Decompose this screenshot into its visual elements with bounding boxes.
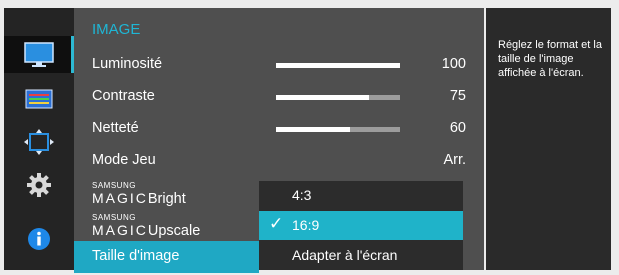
sharpness-slider[interactable] xyxy=(276,127,400,132)
category-color[interactable] xyxy=(4,80,74,117)
checkmark-icon: ✓ xyxy=(269,214,284,233)
menu-item-value: 100 xyxy=(441,56,466,72)
magic-suffix: Upscale xyxy=(147,223,201,239)
magic-bright-label: SAMSUNG MAGICBright xyxy=(92,181,186,207)
menu-item-label: Netteté xyxy=(92,120,139,136)
magic-text: MAGIC xyxy=(92,222,148,238)
option-label: 4:3 xyxy=(292,187,312,203)
menu-item-contrast[interactable]: Contraste 75 xyxy=(74,81,484,113)
magic-text: MAGIC xyxy=(92,190,148,206)
menu-item-value: 75 xyxy=(449,88,466,104)
option-fit-screen[interactable]: Adapter à l'écran xyxy=(259,241,463,270)
contrast-slider[interactable] xyxy=(276,95,400,100)
menu-item-label: Contraste xyxy=(92,88,155,104)
menu-title: IMAGE xyxy=(92,21,141,38)
position-icon xyxy=(24,128,54,155)
menu-item-value: 60 xyxy=(449,120,466,136)
magic-suffix: Bright xyxy=(147,191,186,207)
option-label: 16:9 xyxy=(292,217,320,233)
brightness-slider[interactable] xyxy=(276,63,400,68)
help-panel: Réglez le format et la taille de l'image… xyxy=(486,8,611,270)
category-icon-bar xyxy=(4,8,74,270)
picture-settings-icon xyxy=(25,89,53,108)
category-picture[interactable] xyxy=(4,36,74,73)
menu-item-label: Taille d'image xyxy=(92,248,180,264)
info-icon xyxy=(28,227,50,250)
menu-item-game-mode[interactable]: Mode Jeu Arr. xyxy=(74,145,484,177)
menu-item-brightness[interactable]: Luminosité 100 xyxy=(74,49,484,81)
option-16-9[interactable]: ✓ 16:9 xyxy=(259,211,463,240)
osd-screen: IMAGE Luminosité 100 Contraste 75 Nettet… xyxy=(0,0,619,275)
menu-item-value: Arr. xyxy=(443,152,466,168)
option-4-3[interactable]: 4:3 xyxy=(259,181,463,210)
samsung-brand-text: SAMSUNG xyxy=(92,213,136,222)
menu-item-label: Luminosité xyxy=(92,56,163,72)
menu-item-sharpness[interactable]: Netteté 60 xyxy=(74,113,484,145)
image-size-dropdown: 4:3 ✓ 16:9 Adapter à l'écran xyxy=(259,181,463,270)
menu-item-image-size[interactable]: Taille d'image xyxy=(74,241,259,273)
category-system[interactable] xyxy=(4,166,74,203)
help-text: Réglez le format et la taille de l'image… xyxy=(498,39,602,79)
magic-upscale-label: SAMSUNG MAGICUpscale xyxy=(92,213,200,239)
option-label: Adapter à l'écran xyxy=(292,247,398,263)
category-position[interactable] xyxy=(4,123,74,160)
samsung-brand-text: SAMSUNG xyxy=(92,181,136,190)
monitor-icon xyxy=(24,41,54,67)
menu-item-label: Mode Jeu xyxy=(92,152,156,168)
category-information[interactable] xyxy=(4,220,74,257)
gear-icon xyxy=(27,172,51,197)
